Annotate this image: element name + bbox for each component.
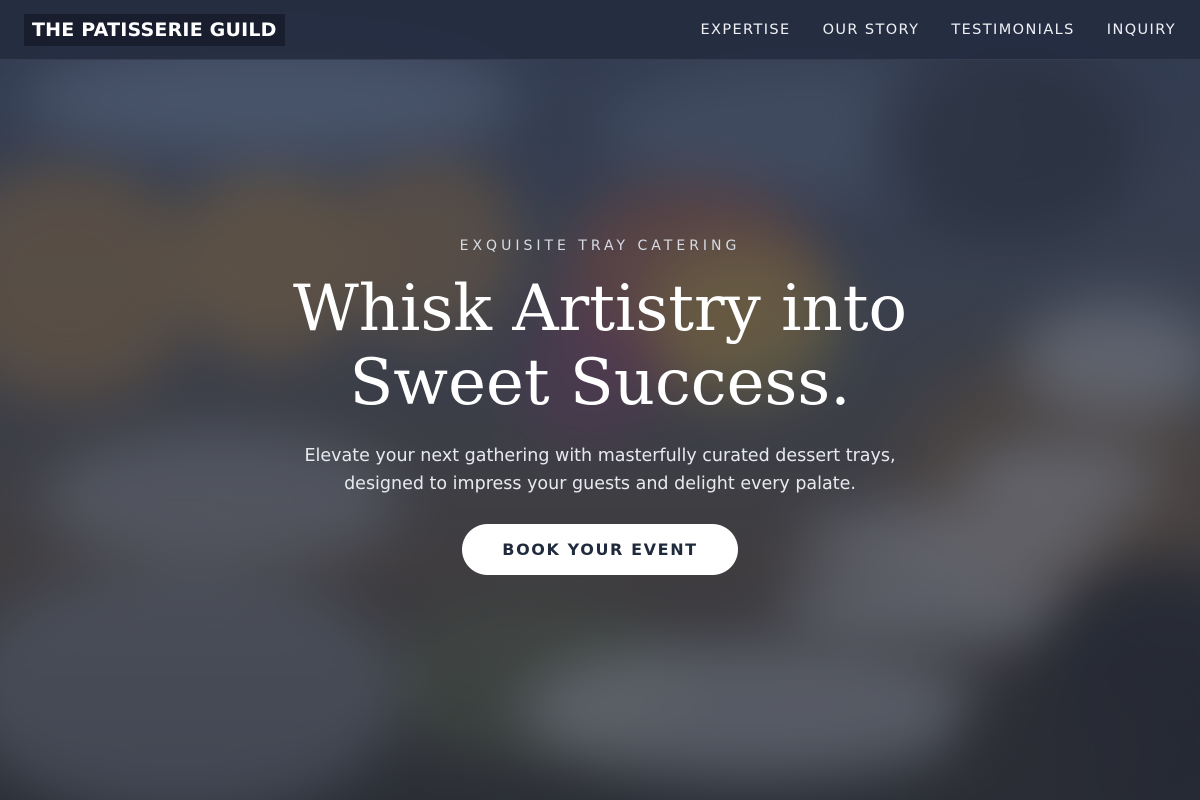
nav-link-our-story[interactable]: OUR STORY xyxy=(823,22,920,38)
site-header: THE PATISSERIE GUILD EXPERTISE OUR STORY… xyxy=(0,0,1200,60)
nav-link-testimonials[interactable]: TESTIMONIALS xyxy=(951,22,1074,38)
landing-page: THE PATISSERIE GUILD EXPERTISE OUR STORY… xyxy=(0,0,1200,800)
main-nav: EXPERTISE OUR STORY TESTIMONIALS INQUIRY xyxy=(700,22,1176,38)
nav-link-expertise[interactable]: EXPERTISE xyxy=(700,22,790,38)
brand-logo-link[interactable]: THE PATISSERIE GUILD xyxy=(24,13,285,46)
book-event-button[interactable]: BOOK YOUR EVENT xyxy=(462,524,738,575)
hero-headline: Whisk Artistry into Sweet Success. xyxy=(292,272,908,420)
nav-link-inquiry[interactable]: INQUIRY xyxy=(1107,22,1176,38)
hero-subtext: Elevate your next gathering with masterf… xyxy=(304,446,896,494)
hero-section: EXQUISITE TRAY CATERING Whisk Artistry i… xyxy=(0,0,1200,800)
hero-eyebrow: EXQUISITE TRAY CATERING xyxy=(459,238,741,254)
